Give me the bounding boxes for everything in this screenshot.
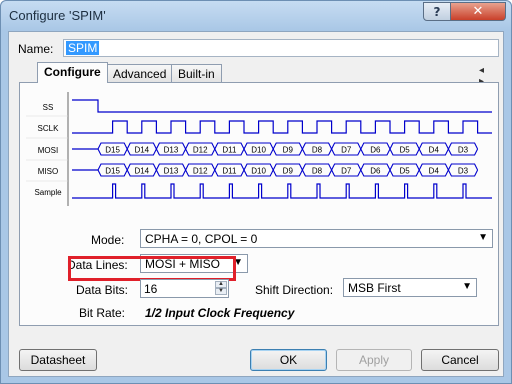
dialog-body: Name: SPIM Configure Advanced Built-in ◂… <box>8 31 504 377</box>
datasheet-button[interactable]: Datasheet <box>19 349 97 371</box>
ok-button[interactable]: OK <box>250 349 327 371</box>
spi-waveform-diagram: SS SCLK MOSI MISO Sample D15 D14 D13 D12 D11 D10 D9… <box>26 92 492 206</box>
bit-rate-value: 1/2 Input Clock Frequency <box>145 306 295 320</box>
mosi-bit-label: D4 <box>429 146 440 155</box>
shift-direction-label: Shift Direction: <box>255 283 334 297</box>
data-bits-spinbox[interactable]: 16 ▲ ▼ <box>140 279 229 298</box>
tab-advanced[interactable]: Advanced <box>106 64 174 82</box>
configure-dialog: Configure 'SPIM' ? ✕ Name: SPIM Configur… <box>0 0 512 384</box>
mosi-bit-label: D13 <box>164 146 179 155</box>
sclk-trace <box>72 120 492 134</box>
shift-direction-value: MSB First <box>348 281 401 295</box>
name-label: Name: <box>18 42 54 56</box>
miso-bit-label: D6 <box>370 167 381 176</box>
mode-value: CPHA = 0, CPOL = 0 <box>145 232 258 246</box>
spin-up-icon[interactable]: ▲ <box>215 281 227 288</box>
miso-bit-label: D9 <box>283 167 294 176</box>
miso-bit-label: D10 <box>251 167 266 176</box>
shift-direction-select[interactable]: MSB First ▼ <box>343 278 477 297</box>
miso-bit-label: D13 <box>164 167 179 176</box>
mosi-bit-label: D7 <box>341 146 352 155</box>
miso-bit-label: D8 <box>312 167 323 176</box>
title-bar[interactable]: Configure 'SPIM' ? ✕ <box>1 1 511 31</box>
mosi-bit-label: D14 <box>134 146 149 155</box>
mosi-bit-label: D15 <box>105 146 120 155</box>
name-value: SPIM <box>66 41 100 55</box>
tab-built-in[interactable]: Built-in <box>171 64 222 82</box>
mosi-bit-label: D5 <box>399 146 410 155</box>
close-button[interactable]: ✕ <box>450 2 506 21</box>
data-bits-highlight <box>68 256 236 281</box>
miso-bit-label: D12 <box>193 167 208 176</box>
help-button[interactable]: ? <box>423 2 451 21</box>
spin-down-icon[interactable]: ▼ <box>215 288 227 295</box>
signal-label: SCLK <box>38 124 60 133</box>
signal-label: MISO <box>38 167 58 176</box>
data-bits-stepper[interactable]: ▲ ▼ <box>215 281 227 296</box>
mosi-bit-label: D6 <box>370 146 381 155</box>
miso-bit-label: D15 <box>105 167 120 176</box>
miso-bit-label: D14 <box>134 167 149 176</box>
miso-bit-label: D3 <box>458 167 469 176</box>
miso-bit-label: D4 <box>429 167 440 176</box>
chevron-down-icon: ▼ <box>478 232 488 243</box>
apply-button[interactable]: Apply <box>336 349 412 371</box>
help-icon: ? <box>433 4 441 19</box>
mode-label: Mode: <box>91 233 125 247</box>
ss-trace <box>72 99 492 113</box>
mode-select[interactable]: CPHA = 0, CPOL = 0 ▼ <box>140 229 493 248</box>
mosi-bit-label: D11 <box>222 146 237 155</box>
bit-rate-label: Bit Rate: <box>79 306 126 320</box>
chevron-down-icon: ▼ <box>462 281 472 292</box>
mosi-bit-label: D10 <box>251 146 266 155</box>
miso-bit-label: D7 <box>341 167 352 176</box>
signal-label: MOSI <box>38 146 58 155</box>
sample-trace <box>72 183 492 199</box>
miso-bit-label: D5 <box>399 167 410 176</box>
data-bits-value: 16 <box>144 282 158 296</box>
signal-label: SS <box>43 103 54 112</box>
mosi-bit-label: D8 <box>312 146 323 155</box>
tab-configure[interactable]: Configure <box>37 62 108 83</box>
mosi-bit-label: D12 <box>193 146 208 155</box>
close-icon: ✕ <box>472 4 484 19</box>
cancel-button[interactable]: Cancel <box>421 349 499 371</box>
miso-bit-label: D11 <box>222 167 237 176</box>
data-bits-label: Data Bits: <box>76 283 129 297</box>
signal-label: Sample <box>34 188 62 197</box>
window-title: Configure 'SPIM' <box>9 8 106 23</box>
mosi-bit-label: D9 <box>283 146 294 155</box>
name-field[interactable]: SPIM <box>63 39 499 57</box>
mosi-bit-label: D3 <box>458 146 469 155</box>
